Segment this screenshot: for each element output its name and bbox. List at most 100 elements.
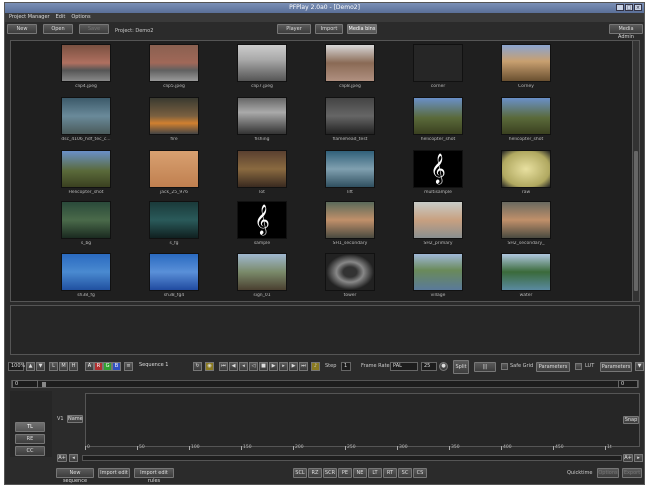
open-button[interactable]: Open bbox=[43, 24, 73, 34]
tool-scr-button[interactable]: SCR bbox=[323, 468, 337, 478]
zoom-field[interactable]: 100% bbox=[8, 362, 25, 371]
new-button[interactable]: New bbox=[7, 24, 37, 34]
stereo-icon[interactable]: ≡ bbox=[124, 362, 133, 371]
import-edit-button[interactable]: Import edit bbox=[98, 468, 130, 478]
media-item[interactable]: s_bg bbox=[56, 201, 116, 247]
audio-icon[interactable]: ♪ bbox=[311, 362, 320, 371]
next-key-icon[interactable]: ▶ bbox=[289, 362, 298, 371]
media-thumbnail[interactable] bbox=[413, 97, 463, 135]
media-item[interactable]: clip5.jpeg bbox=[144, 44, 204, 90]
nav-left-button[interactable]: A+ bbox=[57, 454, 67, 462]
play-icon[interactable]: ▶ bbox=[269, 362, 278, 371]
prev-key-icon[interactable]: ◀ bbox=[229, 362, 238, 371]
fps-field[interactable]: 25 bbox=[421, 362, 437, 371]
grid-scrollbar[interactable] bbox=[632, 41, 639, 301]
menu-project-manager[interactable]: Project Manager bbox=[9, 13, 50, 22]
lut-checkbox[interactable] bbox=[575, 363, 582, 370]
media-item[interactable]: helicopter_shot bbox=[408, 97, 468, 143]
tool-lt-button[interactable]: LT bbox=[368, 468, 382, 478]
media-thumbnail[interactable] bbox=[149, 150, 199, 188]
media-thumbnail[interactable] bbox=[149, 97, 199, 135]
media-item[interactable]: SH2_secondary_ bbox=[496, 201, 556, 247]
media-thumbnail[interactable] bbox=[325, 253, 375, 291]
media-item[interactable]: 𝄞 multisample bbox=[408, 150, 468, 196]
in-out-icon[interactable]: ◉ bbox=[205, 362, 214, 371]
slider-handle[interactable] bbox=[42, 382, 46, 387]
media-thumbnail[interactable] bbox=[325, 97, 375, 135]
media-thumbnail[interactable] bbox=[413, 253, 463, 291]
minimize-button[interactable]: _ bbox=[616, 4, 624, 11]
media-item[interactable]: flamehead_test bbox=[320, 97, 380, 143]
media-thumbnail[interactable] bbox=[61, 44, 111, 82]
media-thumbnail[interactable] bbox=[501, 44, 551, 82]
media-item[interactable]: corner bbox=[408, 44, 468, 90]
close-button[interactable]: × bbox=[634, 4, 642, 11]
timeline-scrollbar[interactable] bbox=[82, 455, 622, 461]
media-thumbnail[interactable] bbox=[501, 150, 551, 188]
slider-start-field[interactable]: 0 bbox=[12, 380, 38, 388]
media-item[interactable]: lift bbox=[320, 150, 380, 196]
media-item[interactable]: sh38_fg bbox=[56, 253, 116, 299]
lut-parameters-button[interactable]: Parameters bbox=[600, 362, 632, 372]
media-item[interactable]: water bbox=[496, 253, 556, 299]
media-item[interactable]: helicopter_shot bbox=[496, 97, 556, 143]
media-thumbnail[interactable] bbox=[149, 201, 199, 239]
media-thumbnail[interactable] bbox=[325, 201, 375, 239]
media-item[interactable]: sh38_fg4 bbox=[144, 253, 204, 299]
menu-edit[interactable]: Edit bbox=[56, 13, 66, 22]
frame-slider[interactable]: 0 0 bbox=[11, 380, 639, 388]
media-item[interactable]: village bbox=[408, 253, 468, 299]
stop-icon[interactable]: ■ bbox=[259, 362, 268, 371]
media-thumbnail[interactable] bbox=[237, 150, 287, 188]
safe-grid-checkbox[interactable] bbox=[501, 363, 508, 370]
step-forward-icon[interactable]: ▸ bbox=[279, 362, 288, 371]
tool-pe-button[interactable]: PE bbox=[338, 468, 352, 478]
options-button[interactable]: Options bbox=[597, 468, 619, 478]
parameters-button[interactable]: Parameters bbox=[536, 362, 570, 372]
media-item[interactable]: 𝄞 sample bbox=[232, 201, 292, 247]
scroll-left-icon[interactable]: ◂ bbox=[69, 454, 78, 462]
media-thumbnail[interactable] bbox=[61, 253, 111, 291]
media-item[interactable]: tower bbox=[320, 253, 380, 299]
zoom-up-icon[interactable]: ▲ bbox=[26, 362, 35, 371]
tab-tl[interactable]: TL bbox=[15, 422, 45, 432]
media-item[interactable]: SH2_primary bbox=[408, 201, 468, 247]
slider-end-field[interactable]: 0 bbox=[618, 380, 638, 388]
media-item[interactable]: raw bbox=[496, 150, 556, 196]
view-m-icon[interactable]: M bbox=[59, 362, 68, 371]
media-thumbnail[interactable] bbox=[325, 44, 375, 82]
media-thumbnail[interactable] bbox=[325, 150, 375, 188]
treble-clef-icon[interactable]: 𝄞 bbox=[237, 201, 287, 239]
media-item[interactable]: fishing bbox=[232, 97, 292, 143]
new-sequence-button[interactable]: New sequence bbox=[56, 468, 94, 484]
media-item[interactable]: sign_01 bbox=[232, 253, 292, 299]
track-name-button[interactable]: Name bbox=[67, 415, 83, 423]
media-thumbnail[interactable] bbox=[501, 201, 551, 239]
media-thumbnail[interactable] bbox=[149, 44, 199, 82]
media-thumbnail[interactable] bbox=[501, 253, 551, 291]
media-item[interactable]: clip7.jpeg bbox=[232, 44, 292, 90]
last-frame-icon[interactable]: ⏭ bbox=[299, 362, 308, 371]
import-edit-rules-button[interactable]: Import edit rules bbox=[134, 468, 174, 484]
export-button[interactable]: Export bbox=[622, 468, 642, 478]
player-button[interactable]: Player bbox=[277, 24, 311, 34]
media-thumbnail[interactable] bbox=[413, 44, 463, 82]
tool-sc-button[interactable]: SC bbox=[398, 468, 412, 478]
expand-icon[interactable]: ▼ bbox=[635, 362, 644, 371]
media-item[interactable]: Corney bbox=[496, 44, 556, 90]
tool-rz-button[interactable]: RZ bbox=[308, 468, 322, 478]
channel-g-button[interactable]: G bbox=[103, 362, 112, 371]
step-field[interactable]: 1 bbox=[341, 362, 351, 371]
media-item[interactable]: s_fg bbox=[144, 201, 204, 247]
media-item[interactable]: dsc_4106_hdf_tec_c... bbox=[56, 97, 116, 143]
media-bins-button[interactable]: Media bins bbox=[347, 24, 377, 34]
timeline-track-area[interactable]: Snap bbox=[85, 393, 640, 447]
media-thumbnail[interactable] bbox=[61, 150, 111, 188]
nav-right-button[interactable]: A+ bbox=[623, 454, 633, 462]
tool-ne-button[interactable]: NE bbox=[353, 468, 367, 478]
media-thumbnail[interactable] bbox=[237, 44, 287, 82]
media-item[interactable]: SH1_secondary bbox=[320, 201, 380, 247]
tab-re[interactable]: RE bbox=[15, 434, 45, 444]
scrollbar-thumb[interactable] bbox=[634, 151, 638, 291]
step-back-icon[interactable]: ◂ bbox=[239, 362, 248, 371]
